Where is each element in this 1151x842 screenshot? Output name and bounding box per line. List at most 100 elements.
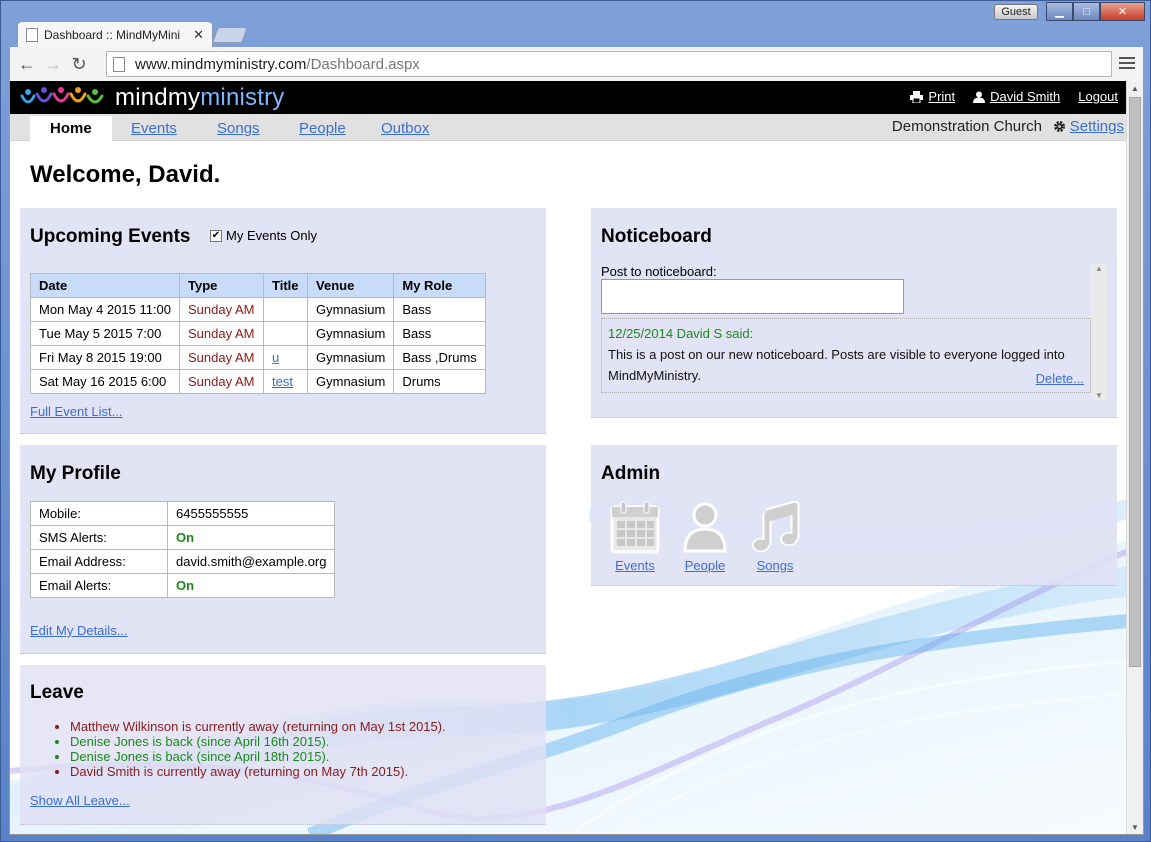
- table-row: Email Alerts: On: [30, 573, 336, 598]
- edit-my-details-link[interactable]: Edit My Details...: [30, 623, 128, 638]
- noticeboard-scrollbar[interactable]: ▲ ▼: [1091, 264, 1107, 400]
- site-logo[interactable]: mindmyministry: [115, 84, 284, 112]
- scroll-up-arrow-icon[interactable]: ▲: [1127, 81, 1143, 96]
- church-name: Demonstration Church: [891, 118, 1042, 135]
- event-type: Sunday AM: [179, 321, 265, 346]
- table-row: Sat May 16 2015 6:00 Sunday AM test Gymn…: [29, 369, 487, 394]
- tab-events[interactable]: Events: [131, 116, 177, 142]
- window-controls: ▁ □ ✕: [1046, 2, 1145, 22]
- leave-list: Matthew Wilkinson is currently away (ret…: [70, 719, 446, 779]
- new-tab-button[interactable]: [212, 27, 248, 43]
- tab-strip: Dashboard :: MindMyMini ✕: [9, 19, 1142, 47]
- event-type: Sunday AM: [179, 369, 265, 394]
- events-table-header: Date Type Title Venue My Role: [29, 273, 487, 298]
- printer-icon: [910, 90, 924, 103]
- profile-label: SMS Alerts:: [30, 525, 168, 550]
- show-all-leave-link[interactable]: Show All Leave...: [30, 793, 130, 808]
- post-body: This is a post on our new noticeboard. P…: [608, 347, 1065, 383]
- page-title: Welcome, David.: [30, 161, 221, 188]
- url-host: www.mindmyministry.com: [135, 55, 307, 73]
- back-arrow-icon[interactable]: ←: [14, 51, 40, 77]
- table-row: Mon May 4 2015 11:00 Sunday AM Gymnasium…: [29, 297, 487, 322]
- scroll-up-icon[interactable]: ▲: [1091, 264, 1107, 273]
- list-item: Denise Jones is back (since April 16th 2…: [70, 734, 446, 749]
- tab-people[interactable]: People: [299, 116, 346, 142]
- profile-label: Mobile:: [30, 501, 168, 526]
- tab-outbox[interactable]: Outbox: [381, 116, 429, 142]
- event-role: Bass: [393, 321, 487, 346]
- admin-events-label[interactable]: Events: [607, 558, 663, 573]
- sms-alerts-status: On: [166, 525, 336, 550]
- maximize-icon[interactable]: □: [1073, 2, 1100, 21]
- admin-people-label[interactable]: People: [677, 558, 733, 573]
- event-venue: Gymnasium: [307, 321, 395, 346]
- scrollbar-thumb[interactable]: [1129, 97, 1141, 667]
- table-row: SMS Alerts: On: [30, 525, 336, 550]
- page-scrollbar[interactable]: ▲ ▼: [1126, 81, 1143, 834]
- my-profile-panel: My Profile Mobile: 6455555555 SMS Alerts…: [20, 445, 546, 654]
- event-date: Fri May 8 2015 19:00: [29, 345, 181, 370]
- header-links: Print David Smith Logout: [910, 89, 1118, 104]
- settings-link[interactable]: Settings: [1053, 118, 1124, 135]
- col-venue: Venue: [307, 273, 395, 298]
- page: mindmyministry Print David Smith Logout …: [10, 81, 1128, 834]
- forward-arrow-icon[interactable]: →: [40, 51, 66, 77]
- reload-icon[interactable]: ↻: [66, 51, 92, 77]
- browser-tab-title: Dashboard :: MindMyMini: [44, 27, 181, 42]
- event-role: Bass: [393, 297, 487, 322]
- logout-link[interactable]: Logout: [1078, 89, 1118, 104]
- tab-songs[interactable]: Songs: [217, 116, 260, 142]
- page-favicon-icon: [26, 27, 38, 42]
- address-bar[interactable]: www.mindmyministry.com/Dashboard.aspx: [106, 51, 1112, 77]
- site-header: mindmyministry Print David Smith Logout: [10, 81, 1128, 114]
- table-row: Fri May 8 2015 19:00 Sunday AM u Gymnasi…: [29, 345, 487, 370]
- admin-songs-item[interactable]: Songs: [747, 501, 803, 573]
- event-title-link[interactable]: u: [272, 350, 279, 365]
- event-venue: Gymnasium: [307, 369, 395, 394]
- close-window-icon[interactable]: ✕: [1100, 2, 1145, 21]
- browser-toolbar: ← → ↻ www.mindmyministry.com/Dashboard.a…: [9, 47, 1144, 81]
- noticeboard-panel: Noticeboard Post to noticeboard: 12/25/2…: [591, 208, 1117, 418]
- upcoming-events-heading: Upcoming Events: [30, 226, 191, 247]
- browser-tab[interactable]: Dashboard :: MindMyMini ✕: [17, 21, 213, 47]
- table-row: Mobile: 6455555555: [30, 501, 336, 526]
- music-note-icon: [752, 501, 800, 552]
- admin-songs-label[interactable]: Songs: [747, 558, 803, 573]
- checkbox-checked-icon[interactable]: ✔: [210, 229, 222, 242]
- admin-heading: Admin: [601, 463, 661, 484]
- delete-post-link[interactable]: Delete...: [1036, 371, 1084, 386]
- gear-icon: [1053, 121, 1065, 132]
- event-date: Sat May 16 2015 6:00: [29, 369, 181, 394]
- calendar-icon: [610, 501, 660, 554]
- tab-home[interactable]: Home: [30, 116, 112, 142]
- my-events-only-checkbox[interactable]: ✔ My Events Only: [210, 228, 317, 243]
- profile-mobile-value: 6455555555: [166, 501, 336, 526]
- event-title: [263, 297, 309, 322]
- event-title-link[interactable]: test: [272, 374, 293, 389]
- my-profile-heading: My Profile: [30, 463, 121, 484]
- full-event-list-link[interactable]: Full Event List...: [30, 404, 122, 419]
- logout-label: Logout: [1078, 89, 1118, 104]
- event-title: [263, 321, 309, 346]
- admin-events-item[interactable]: Events: [607, 501, 663, 573]
- user-link[interactable]: David Smith: [973, 89, 1060, 104]
- user-icon: [973, 91, 986, 103]
- noticeboard-post: 12/25/2014 David S said: This is a post …: [601, 318, 1091, 393]
- browser-menu-icon[interactable]: [1119, 55, 1135, 71]
- list-item: Matthew Wilkinson is currently away (ret…: [70, 719, 446, 734]
- scroll-down-icon[interactable]: ▼: [1091, 391, 1107, 400]
- event-venue: Gymnasium: [307, 345, 395, 370]
- event-type: Sunday AM: [179, 297, 265, 322]
- scroll-down-arrow-icon[interactable]: ▼: [1127, 820, 1143, 834]
- noticeboard-post-input[interactable]: [601, 279, 904, 314]
- noticeboard-heading: Noticeboard: [601, 226, 712, 247]
- close-tab-icon[interactable]: ✕: [193, 27, 204, 43]
- email-alerts-status: On: [166, 573, 336, 598]
- col-my-role: My Role: [393, 273, 487, 298]
- settings-label: Settings: [1069, 118, 1124, 135]
- list-item: Denise Jones is back (since April 18th 2…: [70, 749, 446, 764]
- minimize-icon[interactable]: ▁: [1046, 2, 1073, 21]
- guest-profile-button[interactable]: Guest: [994, 4, 1038, 20]
- print-link[interactable]: Print: [910, 89, 955, 104]
- admin-people-item[interactable]: People: [677, 501, 733, 573]
